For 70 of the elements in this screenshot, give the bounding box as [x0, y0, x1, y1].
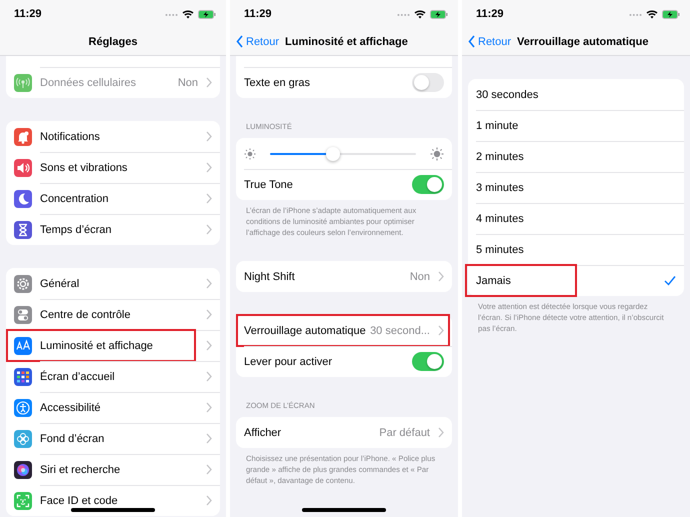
row-value: 30 second... [370, 324, 430, 336]
row-label[interactable]: Luminosité et affichage [40, 340, 198, 352]
row-label[interactable]: Night Shift [244, 270, 402, 282]
option-label[interactable]: 30 secondes [476, 88, 676, 100]
toggle-switch[interactable] [412, 175, 444, 194]
chevron-right-icon [206, 131, 212, 142]
chevron-right-icon [206, 402, 212, 413]
signal-dots-icon [629, 12, 642, 16]
wifi-icon [414, 9, 426, 19]
option-label[interactable]: Jamais [476, 274, 656, 286]
brightness-slider[interactable] [270, 146, 416, 160]
option-label[interactable]: 4 minutes [476, 212, 676, 224]
chevron-right-icon [438, 325, 444, 336]
option-label[interactable]: 1 minute [476, 120, 676, 132]
slider-thumb[interactable] [326, 146, 340, 160]
option-label[interactable]: 3 minutes [476, 182, 676, 194]
row-label[interactable]: Temps d’écran [40, 224, 198, 236]
chevron-right-icon [206, 371, 212, 382]
back-button[interactable]: Retour [236, 35, 280, 48]
chevron-right-icon [206, 433, 212, 444]
row-label[interactable]: Concentration [40, 192, 198, 204]
chevron-right-icon [438, 271, 444, 282]
signal-dots-icon [165, 12, 178, 16]
toggle-switch[interactable] [412, 73, 444, 92]
toggle-switch[interactable] [412, 352, 444, 371]
chevron-right-icon [438, 427, 444, 438]
chevron-right-icon [206, 224, 212, 235]
row-label[interactable]: Écran d’accueil [40, 370, 198, 382]
chevron-right-icon [206, 278, 212, 289]
chevron-right-icon [206, 309, 212, 320]
chevron-right-icon [206, 495, 212, 506]
chevron-right-icon [206, 464, 212, 475]
row-label: True Tone [244, 178, 294, 190]
battery-icon [662, 10, 680, 18]
row-value: Non [410, 270, 430, 282]
signal-dots-icon [397, 12, 410, 16]
status-time: 11:29 [244, 8, 272, 20]
status-time: 11:29 [14, 8, 42, 20]
wifi-icon [646, 9, 658, 19]
row-label[interactable]: Accessibilité [40, 402, 198, 414]
chevron-right-icon [206, 77, 212, 88]
battery-icon [198, 10, 216, 18]
chevron-right-icon [206, 162, 212, 173]
option-label[interactable]: 2 minutes [476, 150, 676, 162]
screen-title: Réglages [88, 36, 138, 48]
row-label[interactable]: Sons et vibrations [40, 162, 198, 174]
screen-title: Verrouillage automatique [517, 36, 648, 48]
chevron-right-icon [206, 193, 212, 204]
row-label: Lever pour activer [244, 356, 334, 368]
option-label[interactable]: 5 minutes [476, 244, 676, 256]
row-label[interactable]: Fond d’écran [40, 432, 198, 444]
back-button[interactable]: Retour [468, 35, 512, 48]
chevron-left-icon [236, 35, 243, 48]
wifi-icon [182, 9, 194, 19]
screen-title: Luminosité et affichage [285, 36, 408, 48]
row-label[interactable]: Notifications [40, 130, 198, 142]
row-label[interactable]: Afficher [244, 426, 372, 438]
row-value: Non [178, 76, 198, 88]
status-time: 11:29 [476, 8, 504, 20]
row-label[interactable]: Siri et recherche [40, 464, 198, 476]
row-label[interactable]: Face ID et code [40, 494, 198, 506]
battery-icon [430, 10, 448, 18]
chevron-right-icon [206, 340, 212, 351]
chevron-left-icon [468, 35, 475, 48]
row-label: Texte en gras [244, 76, 312, 88]
sun-large-icon [430, 146, 444, 160]
row-label[interactable]: Centre de contrôle [40, 308, 198, 320]
row-value: Par défaut [379, 426, 430, 438]
row-label[interactable]: Général [40, 278, 198, 290]
sun-small-icon [244, 148, 256, 160]
